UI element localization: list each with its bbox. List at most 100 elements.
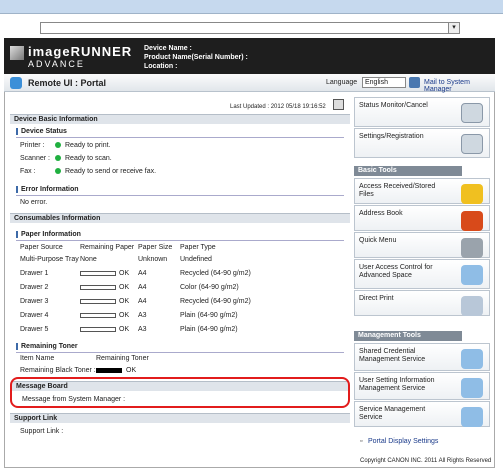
ready-indicator-icon — [55, 142, 61, 148]
user-setting-button[interactable]: User Setting Information Management Serv… — [354, 372, 490, 400]
paper-size: A4 — [138, 284, 147, 291]
quick-menu-button[interactable]: Quick Menu — [354, 232, 490, 258]
paper-size: A3 — [138, 312, 147, 319]
support-link[interactable]: Support Link : — [20, 428, 63, 435]
toner-level-bar — [96, 368, 122, 373]
tool-label: User Setting Information Management Serv… — [359, 377, 435, 392]
column-header: Remaining Paper — [80, 244, 135, 251]
paper-level-bar — [80, 285, 116, 290]
portal-display-link[interactable]: Portal Display Settings — [368, 438, 438, 445]
column-header: Paper Source — [20, 244, 63, 251]
printer-label: Printer : — [20, 142, 45, 149]
access-files-button[interactable]: Access Received/Stored Files — [354, 178, 490, 204]
bullet-icon: ▫ — [360, 438, 363, 445]
ready-indicator-icon — [55, 155, 61, 161]
monitor-icon — [461, 407, 483, 427]
divider — [16, 137, 344, 138]
settings-button[interactable]: Settings/Registration — [354, 128, 490, 158]
canon-logo-icon — [10, 46, 24, 60]
support-link-header: Support Link — [10, 413, 350, 423]
remaining-paper: None — [80, 256, 97, 263]
remaining-toner-title: Remaining Toner — [16, 343, 78, 350]
toner-label: Remaining Black Toner : — [20, 367, 96, 374]
product-name-label: Product Name(Serial Number) : — [144, 54, 248, 61]
paper-level-bar — [80, 313, 116, 318]
paper-source: Drawer 3 — [20, 298, 49, 305]
paper-type: Plain (64-90 g/m2) — [180, 312, 238, 319]
paper-source: Drawer 5 — [20, 326, 49, 333]
location-label: Location : — [144, 63, 178, 70]
remaining-paper: OK — [119, 284, 130, 291]
paper-source: Drawer 1 — [20, 270, 49, 277]
ready-indicator-icon — [55, 168, 61, 174]
tool-label: User Access Control for Advanced Space — [359, 264, 433, 279]
page-title: Remote UI : Portal — [28, 78, 107, 88]
fax-status: Ready to send or receive fax. — [65, 168, 157, 175]
tool-label: Service Management Service — [359, 406, 426, 421]
user-icon — [461, 238, 483, 258]
brand-title: imageRUNNER — [28, 44, 133, 59]
mgmt-tools-header: Management Tools — [354, 331, 462, 341]
paper-source: Multi-Purpose Tray — [20, 256, 79, 263]
gear-icon — [461, 134, 483, 154]
device-info: Device Name : Product Name(Serial Number… — [144, 44, 248, 71]
paper-size: A3 — [138, 326, 147, 333]
portal-icon — [10, 77, 22, 89]
status-monitor-label: Status Monitor/Cancel — [359, 102, 428, 109]
shared-credential-button[interactable]: Shared Credential Management Service — [354, 343, 490, 371]
monitor-icon — [461, 378, 483, 398]
paper-source: Drawer 2 — [20, 284, 49, 291]
direct-print-button[interactable]: Direct Print — [354, 290, 490, 316]
column-header: Paper Type — [180, 244, 216, 251]
refresh-icon[interactable] — [333, 99, 344, 110]
monitor-icon — [461, 265, 483, 285]
address-field[interactable]: ▾ — [40, 22, 460, 34]
address-book-button[interactable]: Address Book — [354, 205, 490, 231]
status-monitor-button[interactable]: Status Monitor/Cancel — [354, 97, 490, 127]
portal-bar: Remote UI : Portal Language English Mail… — [4, 74, 495, 93]
paper-type: Color (64-90 g/m2) — [180, 284, 239, 291]
device-basic-header: Device Basic Information — [10, 114, 350, 124]
user-access-button[interactable]: User Access Control for Advanced Space — [354, 259, 490, 289]
paper-type: Undefined — [180, 256, 212, 263]
column-header: Remaining Toner — [96, 355, 149, 362]
tool-label: Quick Menu — [359, 237, 397, 244]
last-updated: Last Updated : 2012 05/18 19:16:52 — [230, 104, 326, 110]
folder-icon — [461, 184, 483, 204]
paper-source: Drawer 4 — [20, 312, 49, 319]
language-select[interactable]: English — [362, 77, 406, 88]
column-header: Item Name — [20, 355, 55, 362]
divider — [16, 240, 344, 241]
paper-type: Plain (64-90 g/m2) — [180, 326, 238, 333]
brand-subtitle: ADVANCE — [28, 59, 85, 69]
divider — [16, 195, 344, 196]
tool-label: Address Book — [359, 210, 403, 217]
mail-icon[interactable] — [409, 77, 420, 88]
device-name-label: Device Name : — [144, 45, 192, 52]
paper-size: A4 — [138, 298, 147, 305]
eye-icon — [461, 103, 483, 123]
printer-status: Ready to print. — [65, 142, 111, 149]
remaining-paper: OK — [119, 326, 130, 333]
dropdown-arrow-icon[interactable]: ▾ — [448, 22, 460, 34]
paper-size: A4 — [138, 270, 147, 277]
error-text: No error. — [20, 199, 48, 206]
browser-top-bar — [0, 0, 503, 14]
tool-label: Direct Print — [359, 295, 394, 302]
remaining-paper: OK — [119, 270, 130, 277]
scanner-label: Scanner : — [20, 155, 50, 162]
paper-info-title: Paper Information — [16, 231, 81, 238]
scanner-status: Ready to scan. — [65, 155, 112, 162]
service-mgmt-button[interactable]: Service Management Service — [354, 401, 490, 427]
paper-size: Unknown — [138, 256, 168, 263]
settings-label: Settings/Registration — [359, 133, 424, 140]
paper-level-bar — [80, 299, 116, 304]
mail-link[interactable]: Mail to System Manager — [424, 79, 495, 93]
error-info-title: Error Information — [16, 186, 79, 193]
remaining-paper: OK — [119, 298, 130, 305]
basic-tools-header: Basic Tools — [354, 166, 462, 176]
fax-label: Fax : — [20, 168, 36, 175]
consumables-header: Consumables Information — [10, 213, 350, 223]
copyright: Copyright CANON INC. 2011 All Rights Res… — [360, 458, 492, 464]
tool-label: Access Received/Stored Files — [359, 183, 436, 198]
